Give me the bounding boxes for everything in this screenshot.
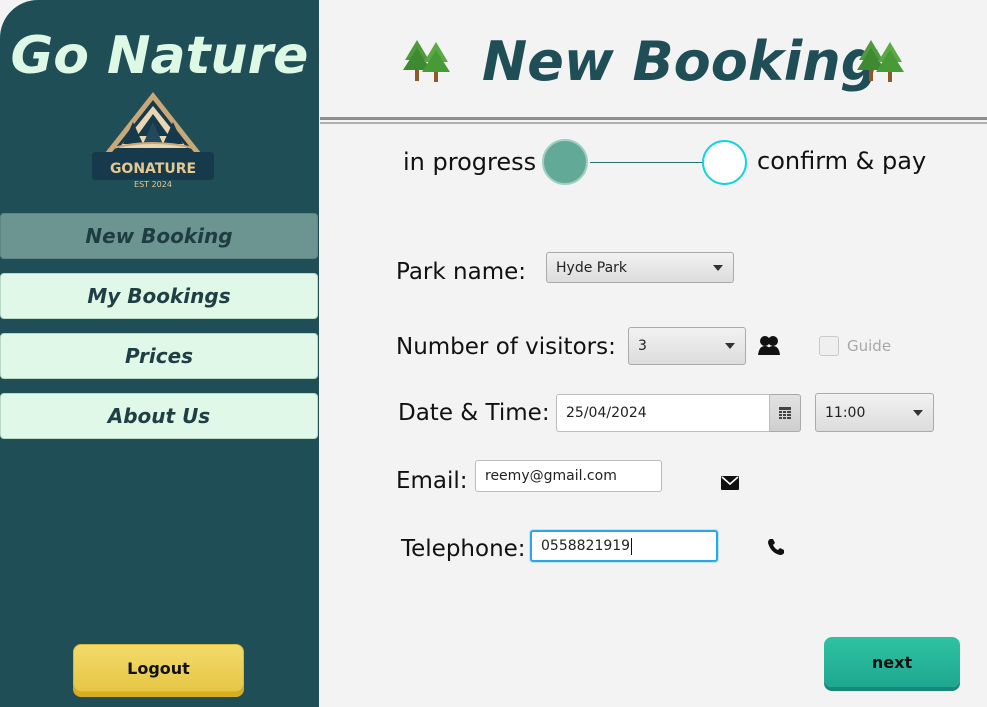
- step-connector: [590, 162, 704, 163]
- date-value: 25/04/2024: [566, 405, 647, 421]
- sidebar-item-my-bookings[interactable]: My Bookings: [0, 273, 318, 319]
- email-value: reemy@gmail.com: [485, 468, 617, 484]
- logo-subtext: EST 2024: [134, 180, 172, 189]
- step-confirm-pay-label: confirm & pay: [757, 147, 927, 175]
- sidebar: Go Nature GONATURE EST 2024 New Booking …: [0, 0, 319, 707]
- gonature-logo: GONATURE EST 2024: [92, 92, 214, 189]
- logo-text: GONATURE: [110, 161, 196, 177]
- telephone-value: 0558821919: [541, 538, 631, 554]
- email-field[interactable]: reemy@gmail.com: [475, 460, 662, 492]
- logout-button[interactable]: Logout: [73, 644, 244, 692]
- visitors-label: Number of visitors:: [396, 334, 616, 360]
- park-name-label: Park name:: [396, 259, 526, 285]
- guide-checkbox[interactable]: [819, 336, 839, 356]
- visitors-select[interactable]: 3: [628, 327, 746, 365]
- step-in-progress-label: in progress: [403, 148, 537, 176]
- park-name-select[interactable]: Hyde Park: [546, 252, 734, 283]
- step-indicator-pending: [702, 140, 747, 185]
- date-time-label: Date & Time:: [398, 400, 550, 426]
- brand-title: Go Nature: [10, 26, 309, 86]
- chevron-down-icon: [913, 409, 923, 416]
- group-icon: [758, 336, 780, 355]
- guide-label: Guide: [847, 337, 892, 355]
- calendar-icon: [779, 407, 791, 419]
- chevron-down-icon: [713, 264, 723, 271]
- envelope-icon: [721, 476, 739, 490]
- date-picker-button[interactable]: [769, 394, 801, 432]
- telephone-label: Telephone:: [401, 536, 526, 562]
- next-button[interactable]: next: [824, 637, 960, 687]
- park-name-value: Hyde Park: [556, 259, 628, 276]
- tree-icon: [857, 40, 904, 82]
- phone-icon: [768, 539, 784, 555]
- app-window: Go Nature GONATURE EST 2024 New Booking …: [0, 0, 987, 707]
- time-value: 11:00: [825, 404, 866, 421]
- sidebar-item-label: Prices: [124, 344, 194, 368]
- header-divider-shadow: [320, 122, 987, 124]
- header-divider: [320, 117, 987, 120]
- step-indicator-active: [542, 139, 588, 185]
- sidebar-item-label: My Bookings: [87, 284, 231, 308]
- text-caret: [631, 537, 633, 555]
- tree-icon: [403, 40, 450, 82]
- sidebar-item-about-us[interactable]: About Us: [0, 393, 318, 439]
- sidebar-item-prices[interactable]: Prices: [0, 333, 318, 379]
- time-select[interactable]: 11:00: [815, 393, 934, 432]
- sidebar-item-label: About Us: [107, 404, 211, 428]
- chevron-down-icon: [725, 343, 735, 349]
- email-label: Email:: [396, 468, 468, 494]
- sidebar-item-label: New Booking: [85, 224, 233, 248]
- page-title: New Booking: [482, 30, 880, 93]
- date-input[interactable]: 25/04/2024: [556, 394, 770, 432]
- sidebar-item-new-booking[interactable]: New Booking: [0, 213, 318, 259]
- visitors-value: 3: [638, 338, 647, 354]
- telephone-field[interactable]: 0558821919: [530, 530, 718, 562]
